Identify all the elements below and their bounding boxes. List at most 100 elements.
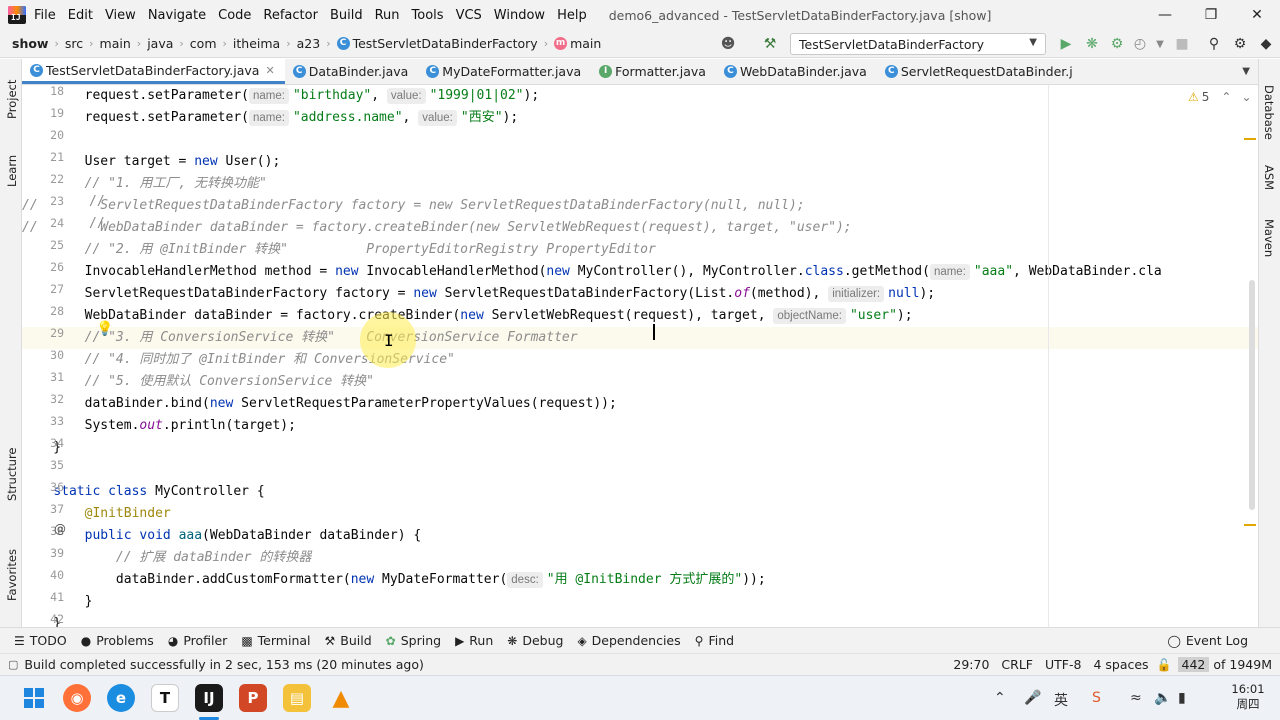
lightbulb-icon[interactable]: 💡 [96,321,113,337]
menu-navigate[interactable]: Navigate [148,8,206,23]
line-number: 29 [50,326,64,340]
memory-used[interactable]: 442 [1177,657,1210,672]
firefox-icon[interactable]: ◉ [63,684,91,712]
breadcrumb-com[interactable]: com [190,36,217,51]
input-method-icon[interactable]: 英 [1054,690,1068,710]
menu-view[interactable]: View [105,8,136,23]
learn-tool-button[interactable]: Learn [5,155,19,187]
menu-help[interactable]: Help [557,8,587,23]
breadcrumb-a23[interactable]: a23 [297,36,321,51]
more-run-icon[interactable]: ◴ [1130,34,1150,54]
tab-mydateformatter[interactable]: C MyDateFormatter.java [418,59,591,84]
asm-tool-button[interactable]: ASM [1262,165,1276,190]
search-icon[interactable]: ⚲ [1204,34,1224,54]
menu-build[interactable]: Build [330,8,363,23]
dependencies-tool-button[interactable]: ◈ Dependencies [577,633,680,648]
todo-tool-button[interactable]: ☰ TODO [14,633,67,648]
restore-icon[interactable]: ❐ [1188,0,1234,30]
menu-tools[interactable]: Tools [412,8,444,23]
run-configuration-select[interactable]: TestServletDataBinderFactory ▼ [790,33,1046,55]
tab-databinder[interactable]: C DataBinder.java [285,59,419,84]
breadcrumb-main[interactable]: main [100,36,131,51]
editor-scrollbar[interactable] [1249,280,1255,510]
breadcrumb-project[interactable]: show [12,36,48,51]
intellij-icon[interactable]: IJ [195,684,223,712]
breadcrumb-class[interactable]: TestServletDataBinderFactory [353,36,538,51]
favorites-tool-button[interactable]: Favorites [5,549,19,601]
spring-tool-button[interactable]: ✿ Spring [386,633,441,648]
lock-icon[interactable]: 🔓 [1157,658,1172,672]
maven-tool-button[interactable]: Maven [1262,219,1276,257]
vlc-icon[interactable]: ▲ [327,684,355,712]
indent-setting[interactable]: 4 spaces [1093,657,1148,672]
line-separator[interactable]: CRLF [1001,657,1033,672]
chevron-up-icon[interactable]: ⌃ [1221,90,1231,104]
debug-icon[interactable]: ❋ [1082,34,1102,54]
terminal-tool-button[interactable]: ▩ Terminal [241,633,310,648]
minimize-icon[interactable]: — [1142,0,1188,30]
event-log-button[interactable]: ◯ Event Log [1167,633,1248,648]
run-icon[interactable]: ▶ [1056,34,1076,54]
breadcrumb-src[interactable]: src [65,36,83,51]
find-tool-button[interactable]: ⚲ Find [695,633,734,648]
microphone-icon[interactable]: 🎤 [1024,690,1041,706]
edge-icon[interactable]: e [107,684,135,712]
warning-marker[interactable] [1244,524,1256,526]
tab-testservletdatabinderfactory[interactable]: C TestServletDataBinderFactory.java ✕ [22,59,285,84]
problems-tool-button[interactable]: ● Problems [81,633,154,648]
coverage-icon[interactable]: ⚙ [1107,34,1127,54]
powerpoint-icon[interactable]: P [239,684,267,712]
database-tool-button[interactable]: Database [1262,85,1276,140]
battery-icon[interactable]: ▮ [1178,690,1186,706]
chevron-down-icon[interactable]: ▼ [1242,66,1250,77]
profiler-tool-button[interactable]: ◕ Profiler [168,633,228,648]
inspection-widget[interactable]: ⚠ 5 ⌃ ⌄ [1188,90,1252,104]
caret-position[interactable]: 29:70 [953,657,989,672]
menu-code[interactable]: Code [218,8,251,23]
debug-tool-button[interactable]: ❋ Debug [507,633,563,648]
breadcrumb-java[interactable]: java [147,36,173,51]
annotation-gutter-icon[interactable]: @ [54,522,66,536]
project-tool-button[interactable]: Project [5,80,19,119]
param-hint: name: [248,88,289,104]
sogou-icon[interactable]: S [1092,690,1101,706]
file-encoding[interactable]: UTF-8 [1045,657,1081,672]
wifi-icon[interactable]: ≈ [1130,690,1142,706]
file-explorer-icon[interactable]: ▤ [283,684,311,712]
gear-icon[interactable]: ⚙ [1230,34,1250,54]
run-dropdown-icon[interactable]: ▼ [1150,34,1170,54]
structure-tool-button[interactable]: Structure [5,448,19,502]
close-icon[interactable]: ✕ [1234,0,1280,30]
user-icon[interactable]: ☻ [718,34,738,54]
menu-vcs[interactable]: VCS [456,8,482,23]
tab-servletrequestdatabinder[interactable]: C ServletRequestDataBinder.j [877,59,1083,84]
typora-icon[interactable]: T [151,684,179,712]
code-line: System.out.println(target); [22,418,296,433]
breadcrumb-itheima[interactable]: itheima [233,36,280,51]
menu-window[interactable]: Window [494,8,545,23]
menu-file[interactable]: File [34,8,56,23]
warning-marker[interactable] [1244,138,1256,140]
tab-webdatabinder[interactable]: C WebDataBinder.java [716,59,877,84]
run-tool-button[interactable]: ▶ Run [455,633,493,648]
build-hammer-icon[interactable]: ⚒ [760,34,780,54]
memory-total[interactable]: of 1949M [1213,657,1272,672]
breadcrumb-method[interactable]: main [570,36,601,51]
menu-edit[interactable]: Edit [68,8,93,23]
volume-icon[interactable]: 🔈 [1154,690,1171,706]
code-line: User target = new User(); [22,154,281,169]
code-editor[interactable]: request.setParameter(name: "birthday", va… [22,85,1258,627]
build-tool-button[interactable]: ⚒ Build [325,633,372,648]
code-with-me-icon[interactable]: ◆ [1256,34,1276,54]
clock[interactable]: 16:01 周四 [1226,682,1270,712]
close-tab-icon[interactable]: ✕ [265,64,274,77]
status-message[interactable]: Build completed successfully in 2 sec, 1… [24,657,423,672]
chevron-down-icon[interactable]: ⌄ [1241,90,1251,104]
menu-refactor[interactable]: Refactor [263,8,318,23]
menu-run[interactable]: Run [375,8,400,23]
status-window-icon[interactable]: ▢ [8,658,18,671]
windows-start-icon[interactable] [20,684,48,712]
chevron-up-icon[interactable]: ⌃ [994,690,1006,706]
tab-formatter[interactable]: I Formatter.java [591,59,716,84]
stop-icon[interactable]: ■ [1172,34,1192,54]
